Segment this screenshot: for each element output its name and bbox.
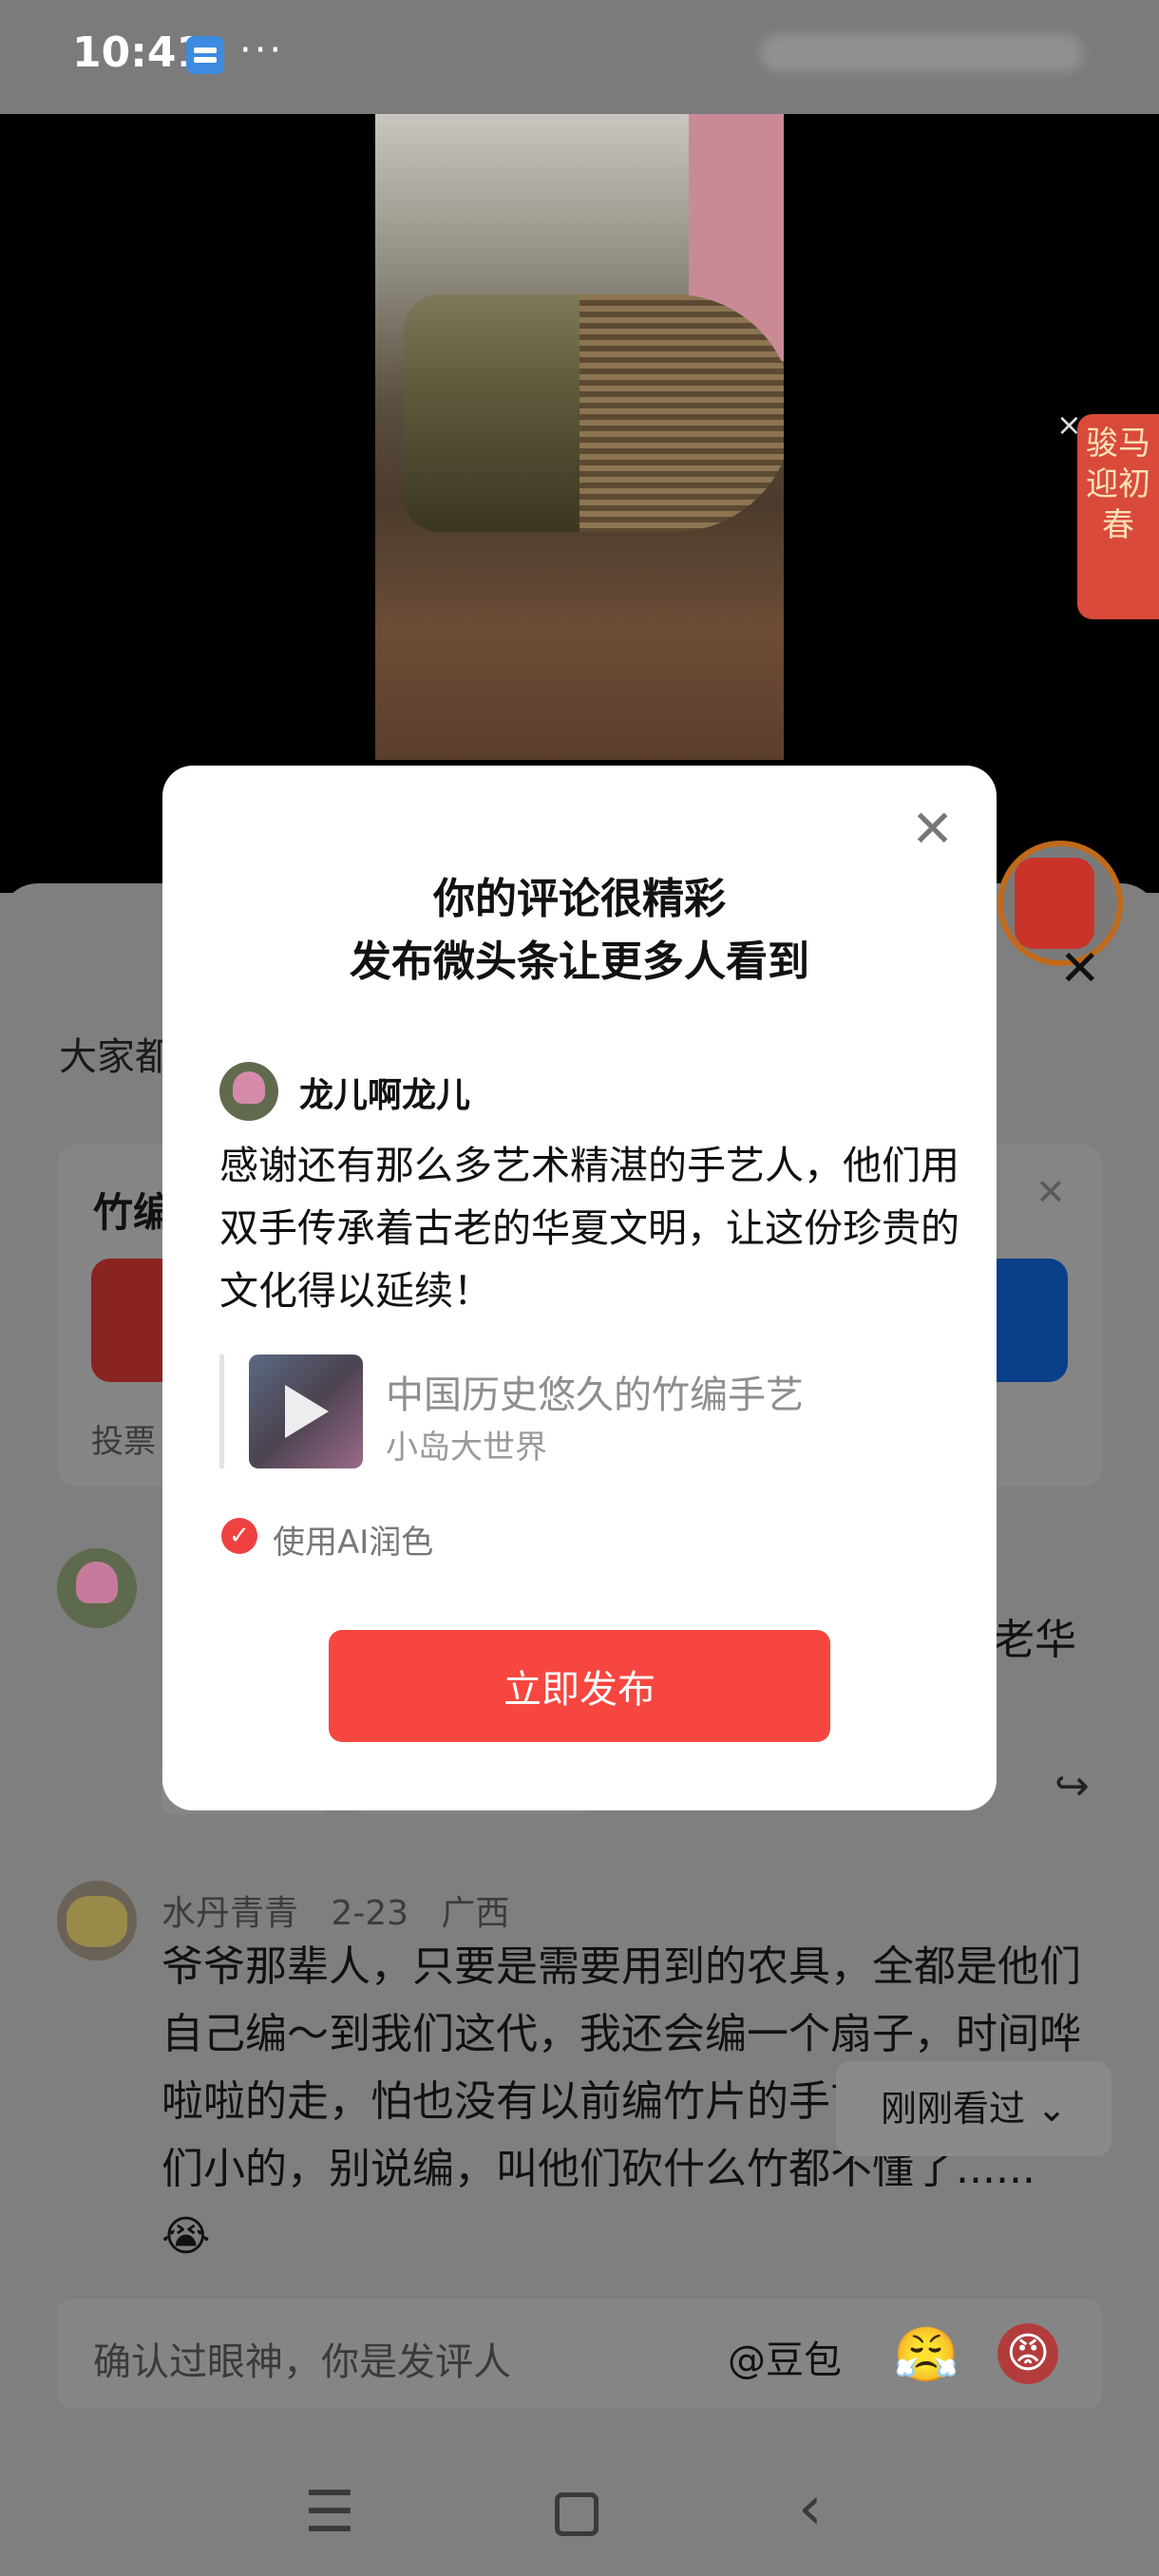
quoted-video-card[interactable]: 中国历史悠久的竹编手艺 小岛大世界 [219, 1354, 946, 1468]
publish-button[interactable]: 立即发布 [329, 1630, 830, 1742]
recently-viewed-button[interactable]: 刚刚看过 ⌄ [836, 2061, 1112, 2156]
home-icon[interactable] [555, 2492, 598, 2536]
video-player[interactable] [375, 114, 784, 760]
comment-preview: 感谢还有那么多艺术精湛的手艺人，他们用双手传承着古老的华夏文明，让这份珍贵的文化… [219, 1143, 960, 1314]
menu-icon[interactable]: ☰ [304, 2479, 355, 2546]
system-nav-bar: ☰ ‹ [0, 2451, 1159, 2576]
play-icon [285, 1385, 329, 1438]
back-icon[interactable]: ‹ [798, 2473, 823, 2544]
comment-location: 广西 [441, 1894, 510, 1933]
ai-polish-checkbox[interactable]: ✓ [221, 1518, 257, 1554]
emoji-sob-icon[interactable]: 😤 [893, 2323, 960, 2386]
emoji-angry-icon[interactable]: 😡 [998, 2323, 1058, 2384]
more-notifications-icon: ··· [239, 28, 285, 72]
quoted-video-source: 小岛大世界 [386, 1429, 547, 1467]
comment-date: 2-23 [331, 1894, 409, 1933]
dialog-title: 你的评论很精彩 [433, 875, 726, 923]
poll-close-icon[interactable]: ✕ [1036, 1171, 1066, 1213]
comment-author[interactable]: 水丹青青 [162, 1894, 298, 1933]
video-bamboo-vessel [404, 294, 784, 532]
avatar[interactable] [57, 1548, 137, 1628]
avatar[interactable] [57, 1881, 137, 1960]
publish-dialog: ✕ 你的评论很精彩 发布微头条让更多人看到 龙儿啊龙儿 感谢还有那么多艺术精湛的… [162, 766, 997, 1810]
sheet-title: 大家都 [59, 1035, 173, 1079]
comment-input-placeholder[interactable]: 确认过眼神，你是发评人 [93, 2331, 511, 2386]
mention-doubao-button[interactable]: @豆包 [728, 2329, 842, 2384]
poll-title: 竹编 [93, 1189, 174, 1236]
status-icons-blurred [760, 34, 1083, 72]
username: 龙儿啊龙儿 [299, 1076, 471, 1115]
dialog-subtitle: 发布微头条让更多人看到 [350, 938, 809, 986]
quoted-video-title: 中国历史悠久的竹编手艺 [386, 1373, 804, 1417]
share-icon[interactable]: ↪ [1054, 1762, 1090, 1810]
user-avatar [219, 1062, 278, 1121]
sheet-close-icon[interactable]: ✕ [1059, 940, 1101, 997]
ai-polish-label[interactable]: 使用AI润色 [273, 1516, 433, 1563]
comment-text-peek: 老华 [993, 1616, 1076, 1664]
comment-input-bar[interactable]: 确认过眼神，你是发评人 @豆包 😤 😡 [57, 2299, 1102, 2409]
comment-meta: 水丹青青 2-23 广西 [162, 1885, 509, 1935]
close-icon[interactable]: ✕ [911, 804, 954, 855]
mail-app-icon [186, 36, 224, 74]
poll-footer: 投票 [91, 1423, 156, 1461]
video-thumbnail[interactable] [249, 1354, 363, 1468]
promo-banner[interactable]: 骏马迎初春 [1077, 414, 1159, 619]
status-bar: 10:41 ··· [0, 0, 1159, 114]
